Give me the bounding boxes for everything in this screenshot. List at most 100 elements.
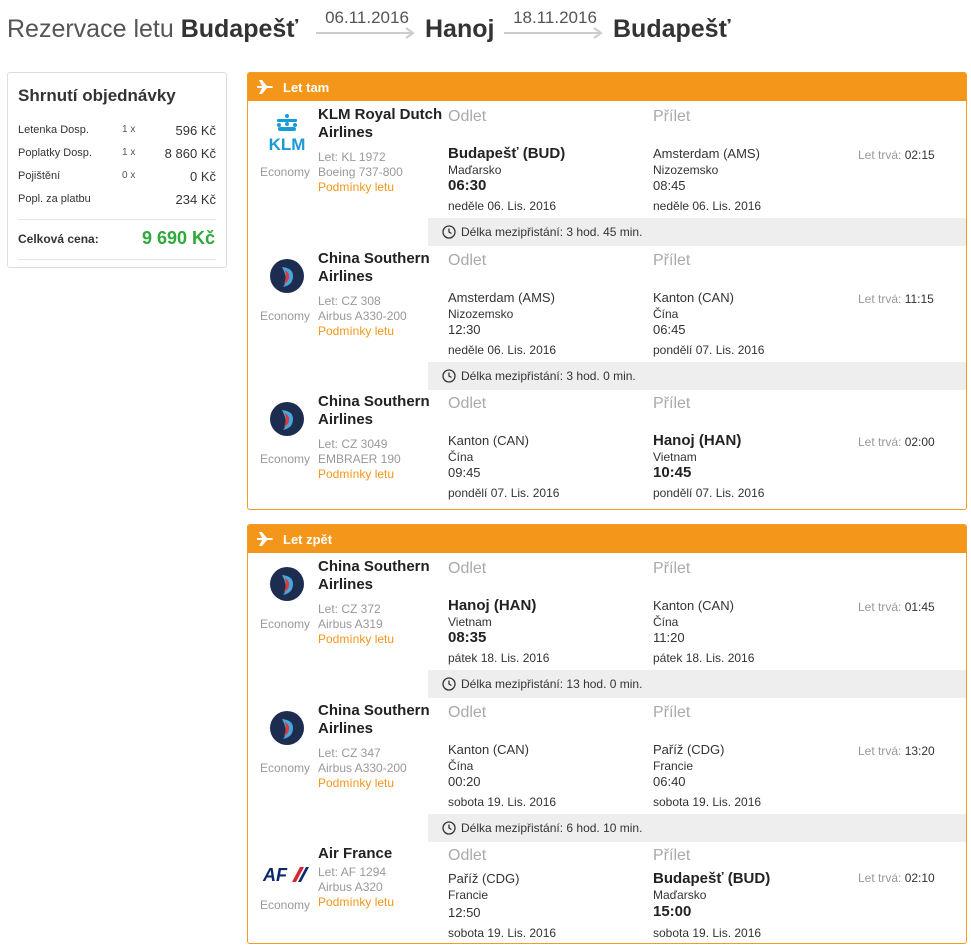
arrival-country: Vietnam (653, 450, 697, 464)
aircraft-type: Airbus A330-200 (318, 309, 407, 323)
summary-row-amount: 0 Kč (189, 169, 216, 184)
outbound-panel-header: Let tam (248, 73, 966, 101)
departure-airport: Kanton (CAN) (448, 742, 529, 757)
flight-duration: Let trvá: 01:45 (858, 600, 935, 614)
arrival-airport: Budapešť (BUD) (653, 870, 771, 887)
flight-conditions-link[interactable]: Podmínky letu (318, 467, 394, 481)
total-label: Celková cena: (18, 232, 99, 246)
departure-country: Čína (448, 450, 474, 464)
departure-airport: Kanton (CAN) (448, 433, 529, 448)
departure-heading: Odlet (448, 704, 487, 721)
arrival-time: 15:00 (653, 903, 692, 920)
layover-label: Délka mezipřistání: (461, 821, 564, 835)
departure-date: neděle 06. Lis. 2016 (448, 199, 557, 213)
departure-time: 08:35 (448, 629, 487, 646)
departure-heading: Odlet (448, 252, 487, 269)
flight-number: Let: CZ 308 (318, 294, 381, 308)
layover-duration: 6 hod. 10 min. (566, 821, 643, 835)
china-southern-logo (270, 567, 304, 601)
arrival-airport: Hanoj (HAN) (653, 432, 742, 449)
flight-conditions-link[interactable]: Podmínky letu (318, 180, 394, 194)
arrival-country: Nizozemsko (653, 163, 719, 177)
destination-city: Hanoj (425, 15, 495, 43)
duration-value: 13:20 (904, 744, 935, 758)
panel-title: Let tam (283, 80, 330, 95)
duration-label: Let trvá: (858, 871, 902, 885)
summary-row-amount: 234 Kč (175, 192, 216, 207)
cabin-class: Economy (260, 898, 311, 912)
summary-row-label: Poplatky Dosp. (18, 147, 92, 159)
summary-row-label: Letenka Dosp. (18, 124, 89, 136)
duration-value: 02:15 (904, 148, 935, 162)
departure-time: 00:20 (448, 774, 481, 789)
departure-heading: Odlet (448, 560, 487, 577)
departure-column: Odlet Kanton (CAN) Čína 09:45 pondělí 07… (448, 391, 648, 501)
duration-label: Let trvá: (858, 148, 902, 162)
departure-country: Nizozemsko (448, 307, 514, 321)
flight-duration: Let trvá: 11:15 (858, 292, 934, 306)
summary-row: Letenka Dosp. 1 x 596 Kč (18, 123, 216, 142)
arrival-airport: Amsterdam (AMS) (653, 146, 760, 161)
departure-time: 09:45 (448, 465, 481, 480)
arrival-column: Přílet Paříž (CDG) Francie 06:40 sobota … (653, 700, 853, 810)
flight-conditions-link[interactable]: Podmínky letu (318, 632, 394, 646)
svg-text:AF: AF (262, 865, 288, 885)
cabin-class: Economy (260, 452, 311, 466)
clock-icon (442, 225, 456, 239)
aircraft-type: Boeing 737-800 (318, 165, 403, 179)
duration-value: 02:10 (904, 871, 935, 885)
flight-duration: Let trvá: 13:20 (858, 744, 935, 758)
departure-airport: Hanoj (HAN) (448, 597, 537, 614)
arrival-heading: Přílet (653, 560, 691, 577)
duration-label: Let trvá: (858, 744, 902, 758)
summary-row-qty: 1 x (122, 124, 136, 135)
summary-row: Pojištění 0 x 0 Kč (18, 169, 216, 188)
outbound-segment: 06.11.2016 (316, 8, 418, 40)
arrival-heading: Přílet (653, 252, 691, 269)
layover-duration: 13 hod. 0 min. (566, 677, 643, 691)
arrow-right-icon (316, 27, 415, 39)
departure-time: 12:50 (448, 905, 481, 920)
arrival-heading: Přílet (653, 847, 691, 864)
arrival-date: sobota 19. Lis. 2016 (653, 795, 762, 809)
layover-label: Délka mezipřistání: (461, 677, 564, 691)
departure-column: Odlet Amsterdam (AMS) Nizozemsko 12:30 n… (448, 248, 648, 358)
flight-leg: China Southern Airlines Let: CZ 372 Econ… (248, 556, 966, 666)
arrival-time: 11:20 (653, 630, 685, 645)
arrival-column: Přílet Hanoj (HAN) Vietnam 10:45 pondělí… (653, 391, 853, 501)
duration-value: 02:00 (904, 435, 935, 449)
flight-duration: Let trvá: 02:10 (858, 871, 935, 885)
departure-country: Vietnam (448, 615, 492, 629)
airline-name: China Southern Airlines (318, 558, 430, 593)
layover-text: Délka mezipřistání: 3 hod. 45 min. (461, 225, 642, 239)
route-header: Rezervace letu Budapešť 06.11.2016 Hanoj… (0, 0, 971, 60)
airline-name: China Southern Airlines (318, 250, 430, 285)
origin-city: Budapešť (180, 15, 299, 43)
divider (18, 259, 216, 260)
arrival-airport: Kanton (CAN) (653, 290, 734, 305)
departure-column: Odlet Kanton (CAN) Čína 00:20 sobota 19.… (448, 700, 648, 810)
arrival-heading: Přílet (653, 108, 691, 125)
flight-conditions-link[interactable]: Podmínky letu (318, 324, 394, 338)
inbound-panel: Let zpět China Southern Airlines Let: CZ… (247, 524, 967, 944)
flight-conditions-link[interactable]: Podmínky letu (318, 895, 394, 909)
departure-airport: Paříž (CDG) (448, 871, 520, 886)
departure-time: 06:30 (448, 177, 487, 194)
summary-row-qty: 0 x (122, 170, 136, 181)
layover-text: Délka mezipřistání: 3 hod. 0 min. (461, 369, 636, 383)
aircraft-type: Airbus A319 (318, 617, 383, 631)
arrival-country: Čína (653, 307, 679, 321)
cabin-class: Economy (260, 761, 311, 775)
departure-column: Odlet Paříž (CDG) Francie 12:50 sobota 1… (448, 843, 648, 943)
summary-row-qty: 1 x (122, 147, 136, 158)
layover-bar: Délka mezipřistání: 3 hod. 0 min. (428, 362, 966, 390)
divider (18, 219, 216, 220)
departure-airport: Budapešť (BUD) (448, 145, 566, 162)
departure-date: neděle 06. Lis. 2016 (448, 343, 557, 357)
departure-date: sobota 19. Lis. 2016 (448, 795, 557, 809)
flight-conditions-link[interactable]: Podmínky letu (318, 776, 394, 790)
arrival-time: 08:45 (653, 178, 686, 193)
summary-row-amount: 596 Kč (175, 123, 216, 138)
departure-time: 12:30 (448, 322, 481, 337)
flight-leg: China Southern Airlines Let: CZ 308 Econ… (248, 248, 966, 358)
